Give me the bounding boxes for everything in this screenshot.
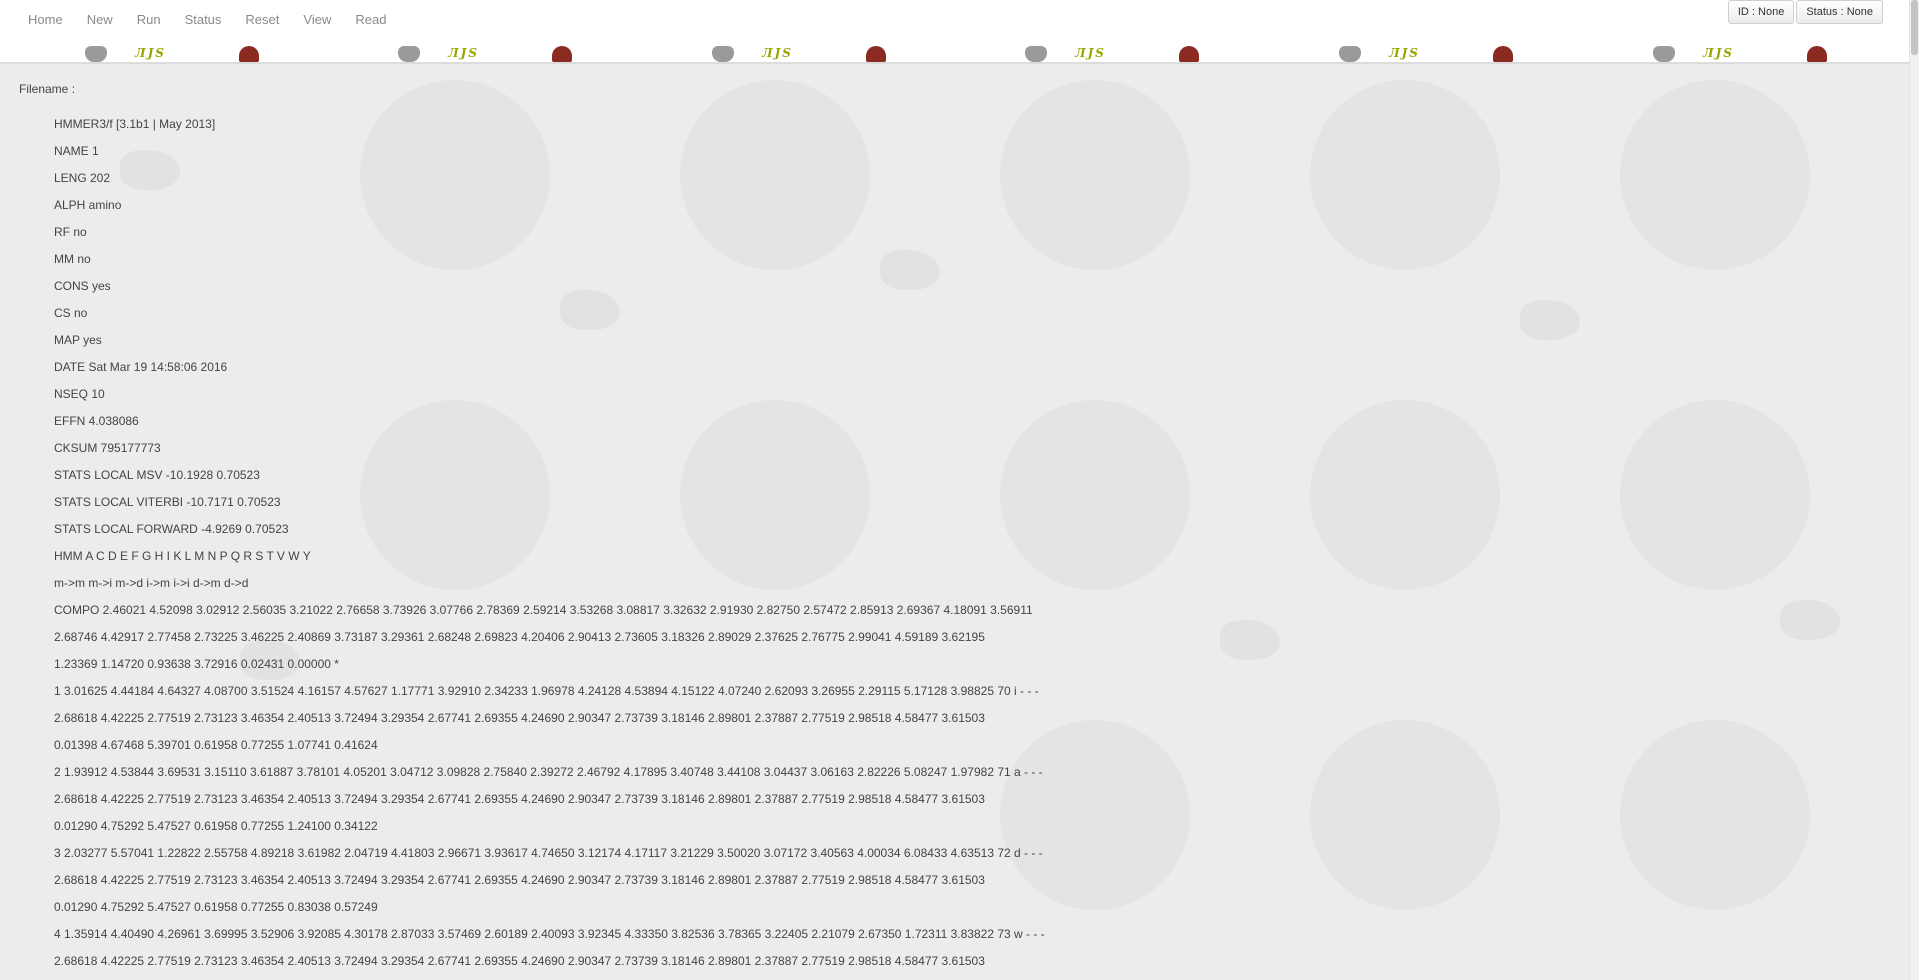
nav-menu: Home New Run Status Reset View Read [15,13,398,27]
nav-new-link[interactable]: New [75,13,125,27]
hmm-file-content: HMMER3/f [3.1b1 | May 2013] NAME 1 LENG … [54,117,1045,980]
hmm-line: 2.68618 4.42225 2.77519 2.73123 3.46354 … [54,792,985,806]
hmm-line: HMM A C D E F G H I K L M N P Q R S T V … [54,549,311,563]
header-banner: ЛJS ЛJS ЛJS ЛJS ЛJS ЛJS [0,40,1910,64]
shield-icon [1339,46,1361,62]
figure-icon [1179,46,1199,62]
hmm-line: MM no [54,252,91,266]
hmm-line: ALPH amino [54,198,122,212]
hmm-line: 2.68618 4.42225 2.77519 2.73123 3.46354 … [54,954,985,968]
figure-icon [1493,46,1513,62]
hmm-line: NSEQ 10 [54,387,105,401]
hmm-line: 1 3.01625 4.44184 4.64327 4.08700 3.5152… [54,684,1039,698]
nav-run-link[interactable]: Run [125,13,173,27]
status-button[interactable]: Status : None [1796,0,1883,24]
hmm-line: CONS yes [54,279,111,293]
banner-logo-mark: ЛJS [135,46,166,60]
hmm-line: 4 1.35914 4.40490 4.26961 3.69995 3.5290… [54,927,1045,941]
nav-status-buttons: ID : None Status : None [1727,0,1883,24]
hmm-line: 2.68746 4.42917 2.77458 2.73225 3.46225 … [54,630,985,644]
hmm-line: 0.01398 4.67468 5.39701 0.61958 0.77255 … [54,738,378,752]
hmm-line: 2.68618 4.42225 2.77519 2.73123 3.46354 … [54,873,985,887]
nav-reset-link[interactable]: Reset [233,13,291,27]
nav-status-link[interactable]: Status [173,13,234,27]
scrollbar-thumb[interactable] [1911,0,1918,55]
hmm-line: 2.68618 4.42225 2.77519 2.73123 3.46354 … [54,711,985,725]
filename-label: Filename : [19,82,76,96]
hmm-line: CKSUM 795177773 [54,441,161,455]
hmm-line: STATS LOCAL FORWARD -4.9269 0.70523 [54,522,289,536]
banner-logo-mark: ЛJS [1075,46,1106,60]
main-content: Filename : HMMER3/f [3.1b1 | May 2013] N… [0,62,1910,980]
shield-icon [1653,46,1675,62]
hmm-line: 2 1.93912 4.53844 3.69531 3.15110 3.6188… [54,765,1043,779]
hmm-line: COMPO 2.46021 4.52098 3.02912 2.56035 3.… [54,603,1033,617]
banner-logo-mark: ЛJS [448,46,479,60]
hmm-line: EFFN 4.038086 [54,414,139,428]
hmm-line: DATE Sat Mar 19 14:58:06 2016 [54,360,228,374]
banner-logo-mark: ЛJS [1703,46,1734,60]
hmm-line: 0.01290 4.75292 5.47527 0.61958 0.77255 … [54,900,378,914]
figure-icon [552,46,572,62]
figure-icon [239,46,259,62]
hmm-line: 1.23369 1.14720 0.93638 3.72916 0.02431 … [54,657,339,671]
hmm-line: LENG 202 [54,171,111,185]
hmm-line: m->m m->i m->d i->m i->i d->m d->d [54,576,249,590]
hmm-line: 3 2.03277 5.57041 1.22822 2.55758 4.8921… [54,846,1043,860]
hmm-line: RF no [54,225,87,239]
hmm-line: CS no [54,306,88,320]
shield-icon [85,46,107,62]
hmm-line: MAP yes [54,333,102,347]
hmm-line: NAME 1 [54,144,99,158]
top-navbar: Home New Run Status Reset View Read ID :… [0,0,1910,40]
hmm-line: 0.01290 4.75292 5.47527 0.61958 0.77255 … [54,819,378,833]
id-button[interactable]: ID : None [1727,0,1795,24]
page-scrollbar[interactable] [1909,0,1919,980]
hmm-line: STATS LOCAL MSV -10.1928 0.70523 [54,468,260,482]
nav-home-link[interactable]: Home [15,13,75,27]
nav-read-link[interactable]: Read [343,13,398,27]
figure-icon [866,46,886,62]
banner-logo-mark: ЛJS [1389,46,1420,60]
figure-icon [1807,46,1827,62]
shield-icon [712,46,734,62]
nav-view-link[interactable]: View [291,13,343,27]
hmm-line: STATS LOCAL VITERBI -10.7171 0.70523 [54,495,281,509]
hmm-line: HMMER3/f [3.1b1 | May 2013] [54,117,216,131]
banner-logo-mark: ЛJS [762,46,793,60]
shield-icon [398,46,420,62]
shield-icon [1025,46,1047,62]
